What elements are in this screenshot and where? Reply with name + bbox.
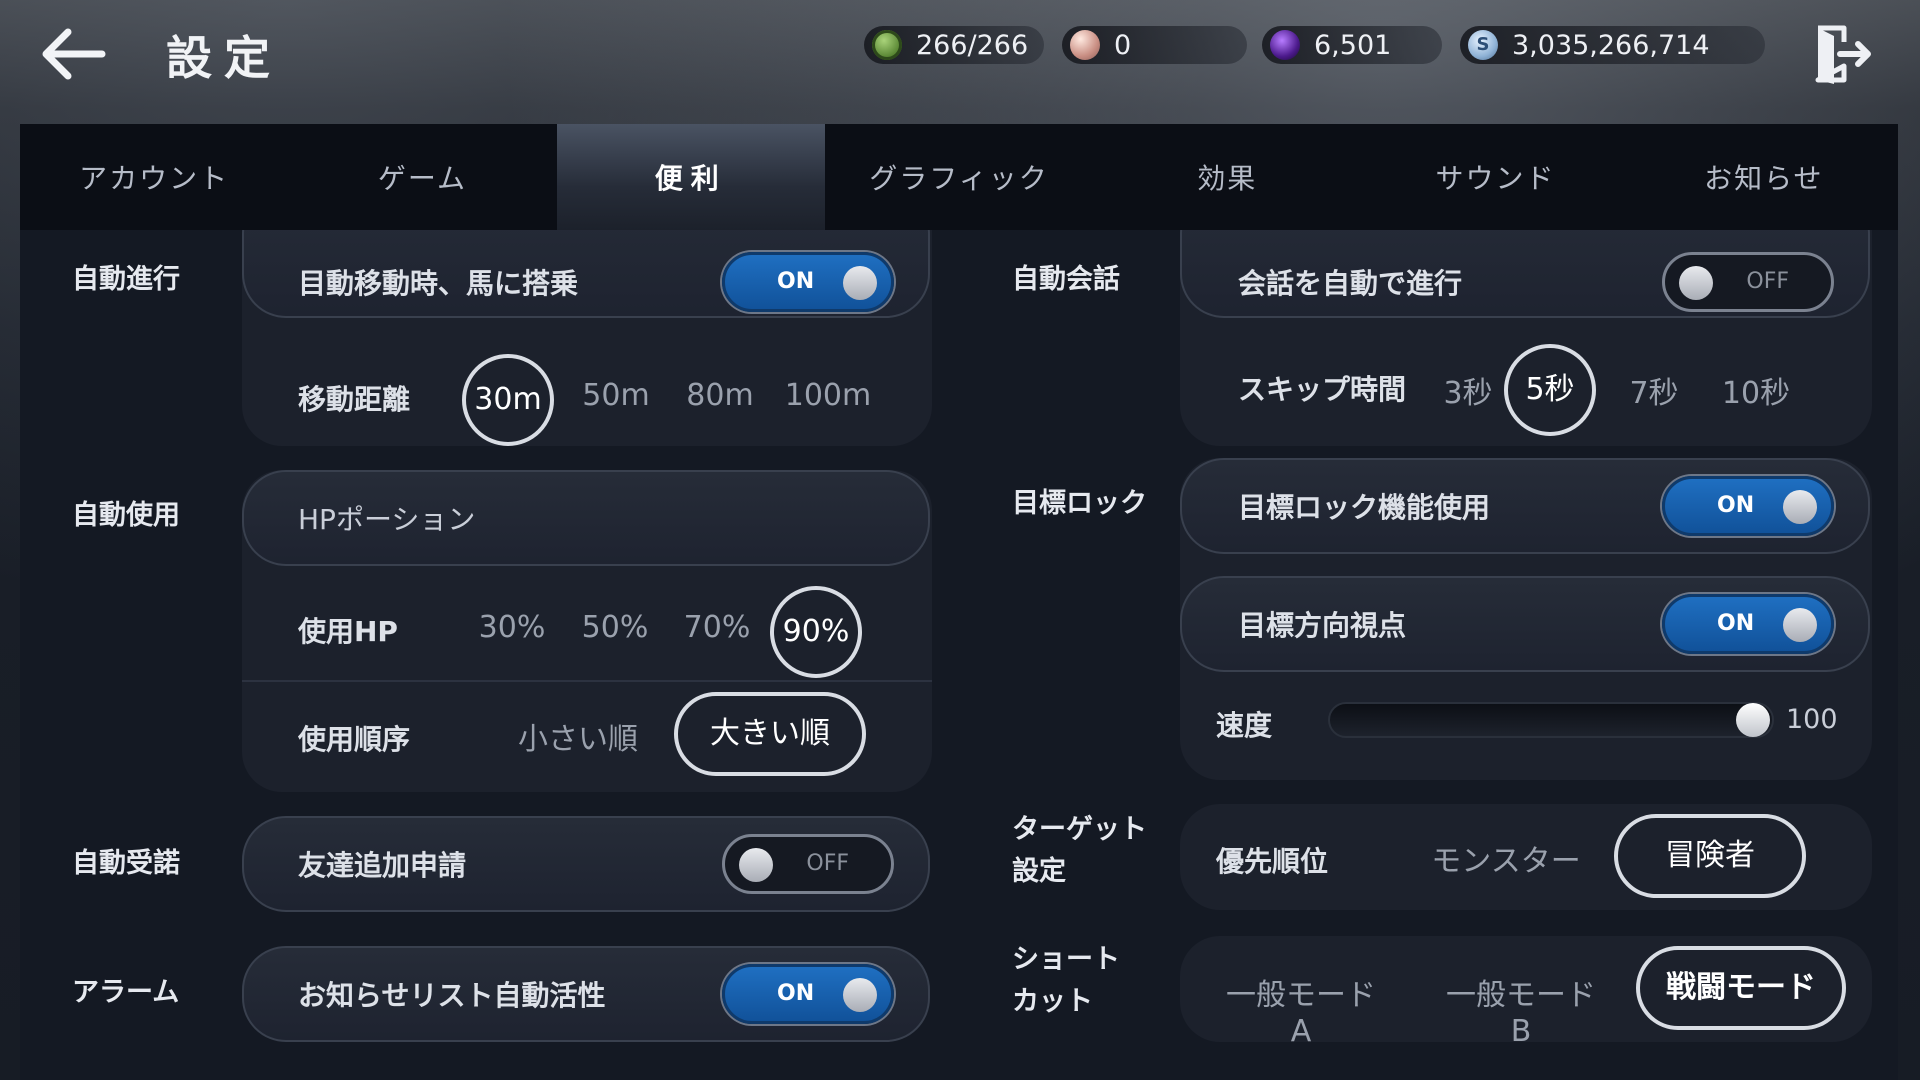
silver-coin-icon: S [1468,30,1498,60]
skip-option-5s[interactable]: 5秒 [1504,344,1596,436]
tab-graphics[interactable]: グラフィック [825,124,1093,230]
mount-text: 目動移動時、馬に搭乗 [298,267,579,300]
distance-option-50m[interactable]: 50m [576,378,656,413]
hp-option-70[interactable]: 70% [677,610,757,645]
stamina-icon [872,30,902,60]
target-lock-toggle-label: ON [1717,493,1755,518]
use-order-label: 使用順序 [298,723,411,756]
notice-auto-toggle-label: ON [777,981,815,1006]
priority-option-adventurer[interactable]: 冒険者 [1614,814,1806,898]
section-label-auto-accept: 自動受諾 [72,848,180,879]
skip-option-7s[interactable]: 7秒 [1614,368,1694,412]
currency-pearl: 0 [1062,26,1247,64]
target-view-toggle-label: ON [1717,611,1755,636]
auto-talk-toggle[interactable]: OFF [1662,252,1834,312]
toggle-knob [1783,490,1817,524]
stamina-value: 266/266 [916,29,1029,61]
purple-orb-icon [1270,30,1300,60]
order-option-large[interactable]: 大きい順 [674,692,866,776]
divider [242,680,932,682]
page-title: 設定 [166,31,282,85]
toggle-knob [843,266,877,300]
potion-name: HPポーション [298,503,476,536]
speed-slider-knob[interactable] [1736,703,1770,737]
friend-request-toggle-label: OFF [806,851,849,876]
section-label-target-lock: 目標ロック [1012,488,1147,519]
toggle-knob [1679,266,1713,300]
tab-game[interactable]: ゲーム [288,124,556,230]
friend-request-toggle[interactable]: OFF [722,834,894,894]
target-view-toggle[interactable]: ON [1662,594,1834,654]
currency-silver: S 3,035,266,714 [1460,26,1765,64]
distance-option-100m[interactable]: 100m [780,378,876,413]
distance-label: 移動距離 [298,383,411,416]
shortcut-option-battle[interactable]: 戦闘モード [1636,946,1846,1030]
section-label-auto-move: 自動進行 [72,264,180,295]
silver-value: 3,035,266,714 [1512,29,1710,61]
mount-toggle[interactable]: ON [722,252,894,312]
distance-option-30m[interactable]: 30m [462,354,554,446]
toggle-knob [1783,608,1817,642]
auto-talk-toggle-label: OFF [1746,269,1789,294]
friend-request-text: 友達追加申請 [298,849,467,882]
section-label-alarm: アラーム [72,977,180,1008]
currency-stamina: 266/266 [864,26,1044,64]
speed-label: 速度 [1216,709,1273,742]
target-view-text: 目標方向視点 [1238,609,1407,642]
pearl-icon [1070,30,1100,60]
section-label-target-setting-1: ターゲット [1012,814,1147,845]
hp-option-30[interactable]: 30% [472,610,552,645]
target-lock-toggle[interactable]: ON [1662,476,1834,536]
tab-bar: アカウント ゲーム 便利 グラフィック 効果 サウンド お知らせ [20,124,1898,230]
priority-label: 優先順位 [1216,845,1329,878]
currency-orb: 6,501 [1262,26,1442,64]
orb-value: 6,501 [1314,29,1392,61]
toggle-knob [739,848,773,882]
section-label-shortcut-2: カット [1012,986,1093,1017]
distance-option-80m[interactable]: 80m [680,378,760,413]
notice-auto-toggle[interactable]: ON [722,964,894,1024]
section-label-target-setting-2: 設定 [1012,856,1066,887]
section-label-shortcut-1: ショート [1012,944,1120,975]
order-option-small[interactable]: 小さい順 [508,714,648,758]
skip-option-10s[interactable]: 10秒 [1708,368,1804,412]
tab-notice[interactable]: お知らせ [1630,124,1898,230]
shortcut-option-normal-a[interactable]: 一般モードA [1216,970,1386,1049]
tab-account[interactable]: アカウント [20,124,288,230]
skip-time-label: スキップ時間 [1238,373,1407,406]
section-label-auto-talk: 自動会話 [1012,264,1120,295]
back-arrow-icon[interactable] [38,26,108,82]
auto-talk-text: 会話を自動で進行 [1238,267,1463,300]
tab-effects[interactable]: 効果 [1093,124,1361,230]
hp-option-50[interactable]: 50% [575,610,655,645]
priority-option-monster[interactable]: モンスター [1426,836,1586,880]
hp-option-90[interactable]: 90% [770,586,862,678]
tab-convenience[interactable]: 便利 [556,124,825,230]
tab-sound[interactable]: サウンド [1361,124,1629,230]
use-hp-label: 使用HP [298,615,398,648]
speed-slider-track[interactable] [1328,702,1774,738]
pearl-value: 0 [1114,29,1132,61]
skip-option-3s[interactable]: 3秒 [1428,368,1508,412]
shortcut-option-normal-b[interactable]: 一般モードB [1436,970,1606,1049]
section-label-auto-use: 自動使用 [72,500,180,531]
target-lock-text: 目標ロック機能使用 [1238,491,1491,524]
speed-value: 100 [1786,704,1838,735]
toggle-knob [843,978,877,1012]
mount-toggle-label: ON [777,269,815,294]
settings-panel: 自動進行 目動移動時、馬に搭乗 ON 移動距離 30m 50m 80m 100m… [20,230,1898,1080]
notice-auto-text: お知らせリスト自動活性 [298,979,606,1012]
exit-icon[interactable] [1810,22,1874,86]
